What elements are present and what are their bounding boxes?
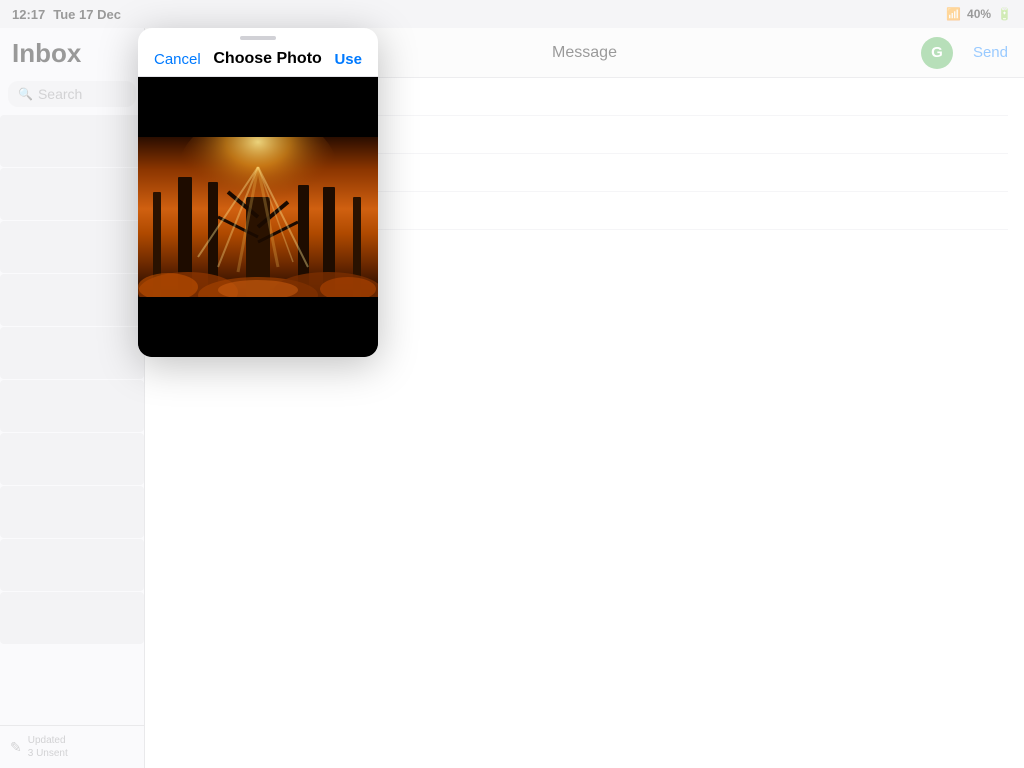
chooser-header: Cancel Choose Photo Use — [138, 40, 378, 77]
photo-black-top — [138, 77, 378, 137]
chooser-title: Choose Photo — [213, 50, 321, 68]
chooser-cancel-button[interactable]: Cancel — [154, 51, 201, 68]
photo-chooser-modal: Cancel Choose Photo Use — [138, 28, 378, 357]
chooser-use-button[interactable]: Use — [334, 51, 362, 68]
photo-black-bottom — [138, 297, 378, 357]
forest-svg — [138, 137, 378, 297]
photo-display-area — [138, 77, 378, 357]
forest-photo — [138, 137, 378, 297]
